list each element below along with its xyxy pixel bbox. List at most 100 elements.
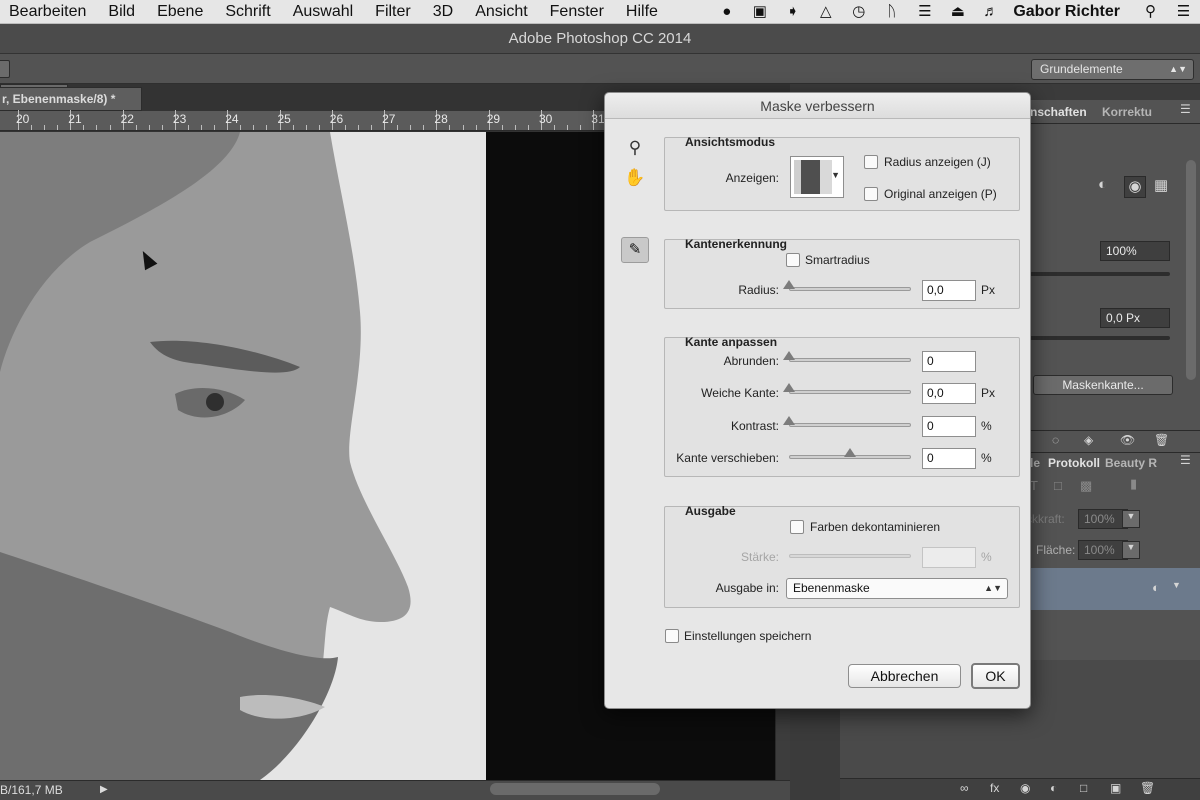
menu-fenster[interactable]: Fenster: [539, 0, 615, 24]
new-group-icon[interactable]: □: [1080, 781, 1087, 795]
tab-beauty[interactable]: Beauty R: [1105, 456, 1157, 470]
apply-mask-icon[interactable]: ◈: [1084, 433, 1093, 447]
feather-slider[interactable]: [789, 390, 911, 394]
opacity-field[interactable]: 100%: [1078, 509, 1128, 529]
eject-icon[interactable]: ⏏: [941, 0, 974, 24]
delete-mask-icon[interactable]: 🗑: [1154, 433, 1169, 447]
delete-layer-icon[interactable]: 🗑: [1140, 781, 1155, 795]
link-layers-icon[interactable]: ∞: [960, 781, 969, 795]
contrast-slider[interactable]: [789, 423, 911, 427]
layer-mask-link-icon[interactable]: ◐: [1098, 176, 1107, 193]
radius-slider[interactable]: [789, 287, 911, 291]
dialog-title: Maske verbessern: [605, 93, 1030, 119]
feather-slider-knob[interactable]: [783, 383, 795, 392]
density-field[interactable]: 100%: [1100, 241, 1170, 261]
tab-layers[interactable]: le: [1030, 456, 1040, 470]
smooth-slider[interactable]: [789, 358, 911, 362]
remember-settings-checkbox[interactable]: [665, 629, 679, 643]
contrast-field[interactable]: 0: [922, 416, 976, 437]
adjust-edge-title: Kante anpassen: [685, 335, 778, 349]
opacity-dropdown-icon[interactable]: ▼: [1122, 510, 1140, 528]
radius-slider-knob[interactable]: [783, 280, 795, 289]
decontaminate-checkbox[interactable]: [790, 520, 804, 534]
smart-object-filter-icon[interactable]: ▩: [1080, 478, 1092, 494]
search-icon[interactable]: ⚲: [1134, 0, 1167, 24]
amount-slider[interactable]: [789, 554, 911, 558]
load-selection-icon[interactable]: ◌: [1052, 433, 1059, 447]
fill-dropdown-icon[interactable]: ▼: [1122, 541, 1140, 559]
radius-unit: Px: [981, 283, 996, 297]
volume-icon[interactable]: ♬: [974, 0, 1007, 24]
tab-protocol[interactable]: Protokoll: [1048, 456, 1100, 470]
feather-field[interactable]: 0,0: [922, 383, 976, 404]
visibility-eye-icon[interactable]: 👁: [1120, 433, 1135, 447]
menu-auswahl[interactable]: Auswahl: [282, 0, 364, 24]
status-menu-arrow-icon[interactable]: ▶: [100, 781, 108, 799]
menu-ansicht[interactable]: Ansicht: [464, 0, 538, 24]
tab-corrections[interactable]: Korrektu: [1102, 105, 1152, 119]
tab-properties[interactable]: nschaften: [1030, 105, 1087, 119]
ok-button[interactable]: OK: [971, 663, 1020, 689]
fill-label: Fläche:: [1036, 543, 1076, 557]
bluetooth-icon[interactable]: ᚢ: [875, 0, 908, 24]
menu-hilfe[interactable]: Hilfe: [615, 0, 669, 24]
forward-icon[interactable]: ➧: [776, 0, 809, 24]
view-mode-thumbnail[interactable]: ▼: [790, 156, 844, 198]
menu-bearbeiten[interactable]: Bearbeiten: [0, 0, 97, 24]
layer-link-icon[interactable]: ◐: [1152, 580, 1160, 595]
hand-tool-icon[interactable]: ✋: [622, 165, 648, 191]
shape-filter-icon[interactable]: □: [1054, 478, 1062, 493]
amount-field[interactable]: [922, 547, 976, 568]
menu-filter[interactable]: Filter: [364, 0, 422, 24]
notification-list-icon[interactable]: ☰: [1167, 0, 1200, 24]
menu-ebene[interactable]: Ebene: [146, 0, 214, 24]
output-to-select[interactable]: Ebenenmaske ▲▼: [786, 578, 1008, 599]
hat-icon[interactable]: ●: [710, 0, 743, 24]
vector-mask-icon[interactable]: ▦: [1154, 176, 1168, 194]
document-tab[interactable]: r, Ebenenmaske/8) *: [0, 87, 142, 111]
refine-radius-brush-icon[interactable]: ✎: [621, 237, 649, 263]
menu-3d[interactable]: 3D: [422, 0, 464, 24]
clock-icon[interactable]: ◷: [842, 0, 875, 24]
panel-menu-icon[interactable]: ☰: [1180, 102, 1191, 116]
mask-edge-button[interactable]: Maskenkante...: [1033, 375, 1173, 395]
new-layer-icon[interactable]: ▣: [1110, 781, 1121, 795]
zoom-tool-icon[interactable]: ⚲: [622, 135, 648, 161]
fx-icon[interactable]: fx: [990, 781, 999, 795]
contrast-slider-knob[interactable]: [783, 416, 795, 425]
fill-field[interactable]: 100%: [1078, 540, 1128, 560]
show-original-checkbox[interactable]: [864, 187, 878, 201]
panel-menu-icon-2[interactable]: ☰: [1180, 453, 1191, 467]
add-mask-icon[interactable]: ◉: [1020, 781, 1030, 795]
smart-radius-checkbox[interactable]: [786, 253, 800, 267]
menu-bild[interactable]: Bild: [97, 0, 146, 24]
feather-slider[interactable]: [1030, 336, 1170, 340]
shift-edge-slider-knob[interactable]: [844, 448, 856, 457]
density-slider[interactable]: [1030, 272, 1170, 276]
airplay-icon[interactable]: △: [809, 0, 842, 24]
layer-row-arrow-icon[interactable]: ▼: [1172, 580, 1181, 590]
feather-field[interactable]: 0,0 Px: [1100, 308, 1170, 328]
type-filter-icon[interactable]: T: [1030, 478, 1038, 493]
shift-edge-field[interactable]: 0: [922, 448, 976, 469]
ruler-minor-tick: [514, 125, 516, 130]
adjustment-layer-icon[interactable]: ◐: [1050, 781, 1057, 795]
smooth-slider-knob[interactable]: [783, 351, 795, 360]
menu-schrift[interactable]: Schrift: [214, 0, 281, 24]
pixel-mask-icon[interactable]: ◉: [1124, 176, 1146, 198]
horizontal-scrollbar-thumb[interactable]: [490, 783, 660, 795]
show-radius-label: Radius anzeigen (J): [884, 155, 991, 169]
smooth-field[interactable]: 0: [922, 351, 976, 372]
user-name[interactable]: Gabor Richter: [1007, 3, 1134, 21]
tool-preset-dropdown[interactable]: [0, 60, 10, 78]
show-radius-checkbox[interactable]: [864, 155, 878, 169]
screen-mirror-icon[interactable]: ▣: [743, 0, 776, 24]
wifi-icon[interactable]: ☰: [908, 0, 941, 24]
ruler-minor-tick: [357, 125, 359, 130]
workspace-select[interactable]: Grundelemente ▲▼: [1031, 59, 1194, 80]
panel-scrollbar[interactable]: [1186, 160, 1196, 380]
cancel-button[interactable]: Abbrechen: [848, 664, 961, 688]
filter-toggle-icon[interactable]: ▮: [1130, 476, 1137, 492]
radius-field[interactable]: 0,0: [922, 280, 976, 301]
ruler-number: 31: [591, 112, 605, 126]
